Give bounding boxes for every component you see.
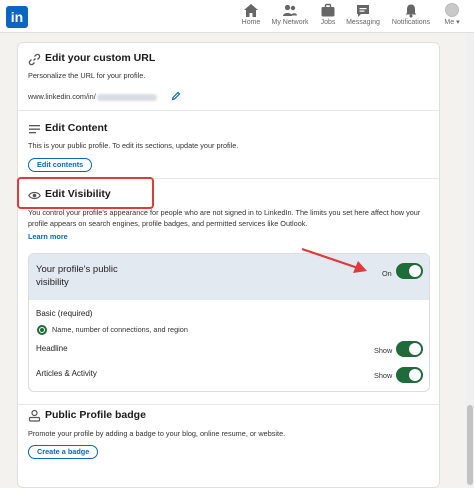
basic-required-label: Basic (required) xyxy=(36,309,93,318)
edit-visibility-description: You control your profile's appearance fo… xyxy=(28,208,421,228)
nav-me-label: Me ▾ xyxy=(444,19,460,26)
create-badge-button[interactable]: Create a badge xyxy=(28,445,99,459)
link-icon xyxy=(28,53,41,66)
profile-url-prefix: www.linkedin.com/in/ xyxy=(28,92,96,101)
public-visibility-title: Your profile's public visibility xyxy=(36,264,118,288)
public-profile-settings-card: Edit your custom URL Personalize the URL… xyxy=(17,42,440,488)
basic-radio xyxy=(37,325,47,335)
edit-content-description: This is your public profile. To edit its… xyxy=(28,141,239,150)
chevron-down-icon: ▾ xyxy=(456,19,460,26)
toggle-knob xyxy=(409,343,421,355)
edit-contents-button[interactable]: Edit contents xyxy=(28,158,93,172)
articles-activity-label: Articles & Activity xyxy=(36,369,97,378)
basic-detail: Name, number of connections, and region xyxy=(52,325,188,334)
nav-my-network-label: My Network xyxy=(271,19,309,26)
eye-icon xyxy=(28,191,41,200)
pencil-icon[interactable] xyxy=(171,91,181,101)
public-visibility-toggle[interactable] xyxy=(396,263,423,279)
linkedin-logo[interactable]: in xyxy=(6,6,28,28)
network-icon xyxy=(283,4,297,16)
public-visibility-toggle-label: On xyxy=(382,269,392,278)
nav-messaging[interactable]: Messaging xyxy=(345,3,381,31)
edit-content-section: Edit Content This is your public profile… xyxy=(18,110,439,178)
home-icon xyxy=(244,4,258,17)
headline-toggle-label: Show xyxy=(374,346,393,355)
nav-messaging-label: Messaging xyxy=(346,19,380,26)
public-profile-badge-description: Promote your profile by adding a badge t… xyxy=(28,429,286,438)
custom-url-title: Edit your custom URL xyxy=(45,52,156,64)
articles-activity-toggle-label: Show xyxy=(374,371,393,380)
annotation-arrow-icon xyxy=(301,247,367,273)
nav-jobs-label: Jobs xyxy=(320,19,336,26)
top-navigation-bar: in Home My Network Jobs Messaging Notifi… xyxy=(0,0,474,33)
headline-toggle[interactable] xyxy=(396,341,423,357)
nav-home-label: Home xyxy=(241,19,261,26)
lines-icon xyxy=(29,125,40,134)
articles-activity-toggle[interactable] xyxy=(396,367,423,383)
learn-more-link[interactable]: Learn more xyxy=(28,232,88,243)
toggle-knob xyxy=(409,265,421,277)
briefcase-icon xyxy=(321,3,335,17)
edit-visibility-title: Edit Visibility xyxy=(45,188,111,200)
custom-url-section: Edit your custom URL Personalize the URL… xyxy=(18,43,439,110)
badge-icon xyxy=(28,409,41,422)
messaging-icon xyxy=(357,5,369,17)
nav-me[interactable]: Me ▾ xyxy=(440,3,464,31)
nav-my-network[interactable]: My Network xyxy=(270,3,310,31)
bell-icon xyxy=(405,4,417,18)
custom-url-description: Personalize the URL for your profile. xyxy=(28,71,146,80)
nav-home[interactable]: Home xyxy=(240,3,262,31)
public-profile-badge-title: Public Profile badge xyxy=(45,409,146,421)
nav-notifications[interactable]: Notifications xyxy=(390,3,432,31)
nav-notifications-label: Notifications xyxy=(391,19,431,26)
nav-jobs[interactable]: Jobs xyxy=(318,3,338,31)
edit-content-title: Edit Content xyxy=(45,122,108,134)
profile-url: www.linkedin.com/in/ xyxy=(28,92,157,101)
scrollbar-thumb[interactable] xyxy=(467,405,473,485)
toggle-knob xyxy=(409,369,421,381)
public-profile-badge-section: Public Profile badge Promote your profil… xyxy=(18,404,439,487)
avatar xyxy=(445,3,459,17)
redacted-url-slug xyxy=(96,93,157,101)
edit-visibility-section: Edit Visibility You control your profile… xyxy=(17,177,439,404)
headline-label: Headline xyxy=(36,344,68,353)
